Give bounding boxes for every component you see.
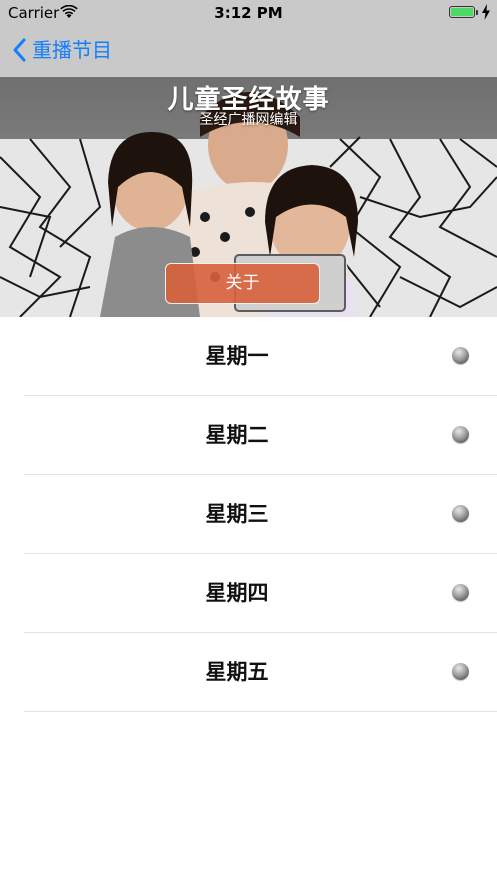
charging-bolt-icon	[482, 4, 490, 20]
day-label: 星期三	[205, 502, 269, 526]
status-dot-icon	[452, 426, 469, 443]
navigation-bar: 重播节目	[0, 26, 497, 77]
list-item-tuesday[interactable]: 星期二	[0, 396, 497, 475]
status-dot-icon	[452, 663, 469, 680]
chevron-left-icon	[13, 38, 26, 62]
day-label: 星期一	[205, 344, 269, 368]
about-button[interactable]: 关于	[165, 263, 320, 304]
battery-cap	[476, 10, 478, 15]
status-time: 3:12 PM	[214, 4, 283, 22]
status-bar: Carrier 3:12 PM	[0, 0, 497, 26]
status-dot-icon	[452, 347, 469, 364]
list-item-monday[interactable]: 星期一	[0, 317, 497, 396]
list-item-wednesday[interactable]: 星期三	[0, 475, 497, 554]
back-button-label: 重播节目	[32, 38, 112, 62]
list-item-thursday[interactable]: 星期四	[0, 554, 497, 633]
back-button[interactable]: 重播节目	[12, 36, 112, 64]
day-label: 星期五	[205, 660, 269, 684]
day-label: 星期二	[205, 423, 269, 447]
status-dot-icon	[452, 505, 469, 522]
list-item-friday[interactable]: 星期五	[0, 633, 497, 712]
battery-icon	[449, 6, 475, 18]
hero-banner: 儿童圣经故事 圣经广播网编辑 关于	[0, 77, 497, 317]
day-list: 星期一 星期二 星期三 星期四 星期五	[0, 317, 497, 712]
hero-subtitle: 圣经广播网编辑	[199, 112, 298, 128]
day-label: 星期四	[205, 581, 269, 605]
status-dot-icon	[452, 584, 469, 601]
row-divider	[24, 711, 497, 712]
